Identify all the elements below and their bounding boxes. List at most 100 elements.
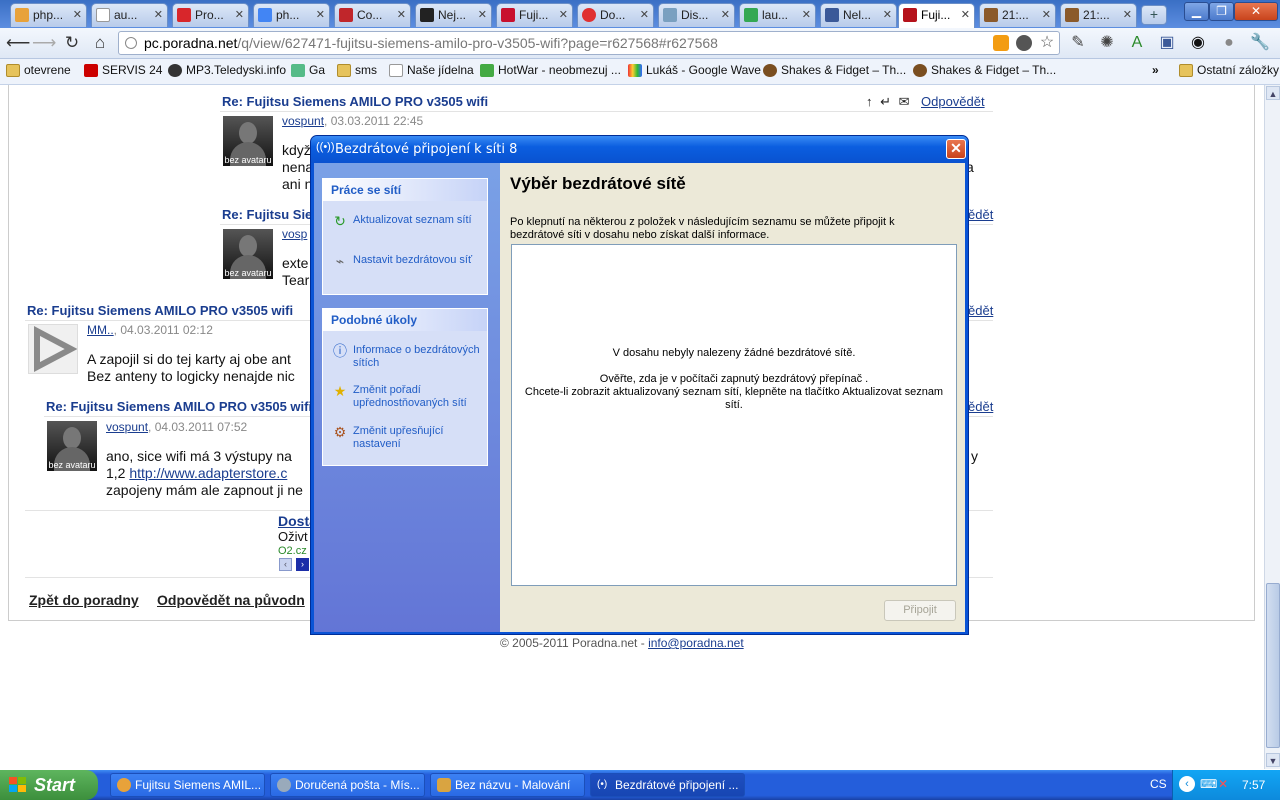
bookmark-otevrene[interactable]: otevrene <box>6 63 71 77</box>
settings-extension-icon[interactable]: ✺ <box>1097 33 1117 53</box>
forward-button[interactable]: ⟶ <box>32 32 56 54</box>
dialog-titlebar[interactable]: ((•)) Bezdrátové připojení k síti 8 ✕ <box>311 136 968 163</box>
tab-6[interactable]: Nej... ✕ <box>415 3 492 27</box>
tab-7[interactable]: Fuji... ✕ <box>496 3 573 27</box>
reply-link[interactable]: ědět <box>968 399 993 414</box>
tab-14[interactable]: 21:... ✕ <box>1060 3 1137 27</box>
reply-arrow-icon[interactable]: ↵ <box>880 94 891 109</box>
wrench-menu-icon[interactable]: 🔧 <box>1250 33 1270 53</box>
refresh-network-list-link[interactable]: Aktualizovat seznam sítí <box>353 214 485 227</box>
new-tab-button[interactable]: + <box>1141 5 1167 25</box>
email-link[interactable]: info@poradna.net <box>648 636 744 650</box>
taskbar-item-paint[interactable]: Bez názvu - Malování <box>430 773 585 797</box>
extension-bulb-icon[interactable] <box>1016 35 1032 51</box>
close-icon[interactable]: ✕ <box>1123 4 1132 26</box>
globe-extension-icon[interactable]: ● <box>1219 33 1239 53</box>
reload-button[interactable]: ↻ <box>61 32 83 54</box>
close-icon[interactable]: ✕ <box>721 4 730 26</box>
bookmark-shakes-fidget-1[interactable]: Shakes & Fidget – Th... <box>763 63 906 77</box>
arrow-up-icon[interactable]: ↑ <box>866 94 873 109</box>
bookmarks-overflow-chevron-icon[interactable]: » <box>1152 63 1159 77</box>
network-list[interactable]: V dosahu nebyly nalezeny žádné bezdrátov… <box>511 244 957 586</box>
bookmark-star-icon[interactable]: ☆ <box>1039 35 1055 51</box>
post-title[interactable]: Re: Fujitsu Sie <box>222 207 312 222</box>
tab-4[interactable]: ph... ✕ <box>253 3 330 27</box>
scroll-thumb[interactable] <box>1266 583 1280 748</box>
scroll-up-arrow-icon[interactable]: ▲ <box>1266 86 1280 100</box>
close-icon[interactable]: ✕ <box>961 4 970 26</box>
author-link[interactable]: vosp <box>282 227 307 241</box>
bookmark-other[interactable]: Ostatní záložky <box>1179 63 1279 77</box>
post-title[interactable]: Re: Fujitsu Siemens AMILO PRO v3505 wifi <box>27 303 293 318</box>
maximize-button[interactable]: ❐ <box>1209 2 1234 21</box>
tab-5[interactable]: Co... ✕ <box>334 3 411 27</box>
taskbar-item-browser[interactable]: Fujitsu Siemens AMIL... <box>110 773 265 797</box>
close-icon[interactable]: ✕ <box>883 4 892 26</box>
tab-13[interactable]: 21:... ✕ <box>979 3 1056 27</box>
wireless-disconnected-icon[interactable]: ✕ <box>1218 777 1228 791</box>
bookmark-nase-jidelna[interactable]: Naše jídelna <box>389 63 474 77</box>
tab-12-active[interactable]: Fuji... ✕ <box>898 3 975 28</box>
tab-9[interactable]: Dis... ✕ <box>658 3 735 27</box>
bookmark-ga[interactable]: Ga <box>291 63 325 77</box>
minimize-button[interactable]: ▁ <box>1184 2 1209 21</box>
window-close-button[interactable]: ✕ <box>1234 2 1278 21</box>
change-preferred-order-link[interactable]: Změnit pořadí upřednostňovaných sítí <box>353 384 485 410</box>
bookmark-mp3[interactable]: MP3.Teledyski.info <box>168 63 286 77</box>
close-icon[interactable]: ✕ <box>235 4 244 26</box>
dialog-close-button[interactable]: ✕ <box>946 139 966 159</box>
post-title[interactable]: Re: Fujitsu Siemens AMILO PRO v3505 wifi <box>46 399 312 414</box>
change-advanced-settings-link[interactable]: Změnit upřesňující nastavení <box>353 425 485 451</box>
bookmark-google-wave[interactable]: Lukáš - Google Wave <box>628 63 761 77</box>
ad-next-button[interactable]: › <box>296 558 309 571</box>
tab-1[interactable]: php... ✕ <box>10 3 87 27</box>
taskbar-item-wireless[interactable]: (•) Bezdrátové připojení ... <box>590 773 745 797</box>
mail-icon[interactable]: ✉ <box>899 94 910 109</box>
reply-link[interactable]: ědět <box>968 303 993 318</box>
bookmark-servis24[interactable]: SERVIS 24 <box>84 63 162 77</box>
notes-extension-icon[interactable]: ✎ <box>1068 33 1088 53</box>
post-title[interactable]: Re: Fujitsu Siemens AMILO PRO v3505 wifi <box>222 94 488 109</box>
close-icon[interactable]: ✕ <box>802 4 811 26</box>
rss-icon[interactable] <box>993 35 1009 51</box>
ad-prev-button[interactable]: ‹ <box>279 558 292 571</box>
taskbar-item-mail[interactable]: Doručená pošta - Mís... <box>270 773 425 797</box>
tab-10[interactable]: lau... ✕ <box>739 3 816 27</box>
close-icon[interactable]: ✕ <box>73 4 82 26</box>
close-icon[interactable]: ✕ <box>397 4 406 26</box>
tab-11[interactable]: Nel... ✕ <box>820 3 897 27</box>
chrome-extension-icon[interactable]: ◉ <box>1188 33 1208 53</box>
reply-link[interactable]: ědět <box>968 207 993 222</box>
address-bar[interactable]: pc.poradna.net/q/view/627471-fujitsu-sie… <box>118 31 1060 55</box>
home-button[interactable]: ⌂ <box>89 32 111 54</box>
close-icon[interactable]: ✕ <box>559 4 568 26</box>
facebook-extension-icon[interactable]: ▣ <box>1157 33 1177 53</box>
ad-url[interactable]: O2.cz <box>278 543 307 559</box>
page-scrollbar[interactable]: ▲ ▼ <box>1264 85 1280 769</box>
author-link[interactable]: MM.. <box>87 323 114 337</box>
network-status-icon[interactable]: ⌨ <box>1200 777 1217 791</box>
close-icon[interactable]: ✕ <box>1042 4 1051 26</box>
tab-8[interactable]: Do... ✕ <box>577 3 654 27</box>
bookmark-hotwar[interactable]: HotWar - neobmezuj ... <box>480 63 621 77</box>
tab-3[interactable]: Pro... ✕ <box>172 3 249 27</box>
reply-original-link[interactable]: Odpovědět na původn <box>157 592 305 608</box>
author-link[interactable]: vospunt <box>282 114 324 128</box>
scroll-down-arrow-icon[interactable]: ▼ <box>1266 753 1280 767</box>
translate-extension-icon[interactable]: A <box>1127 33 1147 53</box>
tab-2[interactable]: au... ✕ <box>91 3 168 27</box>
bookmark-shakes-fidget-2[interactable]: Shakes & Fidget – Th... <box>913 63 1056 77</box>
start-button[interactable]: Start <box>0 770 98 800</box>
close-icon[interactable]: ✕ <box>478 4 487 26</box>
clock[interactable]: 7:57 <box>1242 778 1265 792</box>
language-indicator[interactable]: CS <box>1150 777 1167 791</box>
author-link[interactable]: vospunt <box>106 420 148 434</box>
tray-expand-icon[interactable]: ‹ <box>1179 776 1195 792</box>
page-info-icon[interactable] <box>125 37 137 49</box>
close-icon[interactable]: ✕ <box>640 4 649 26</box>
adapterstore-link[interactable]: http://www.adapterstore.c <box>129 465 287 481</box>
back-to-forum-link[interactable]: Zpět do poradny <box>29 592 139 608</box>
bookmark-sms[interactable]: sms <box>337 63 377 77</box>
wireless-info-link[interactable]: Informace o bezdrátových sítích <box>353 344 485 370</box>
close-icon[interactable]: ✕ <box>154 4 163 26</box>
